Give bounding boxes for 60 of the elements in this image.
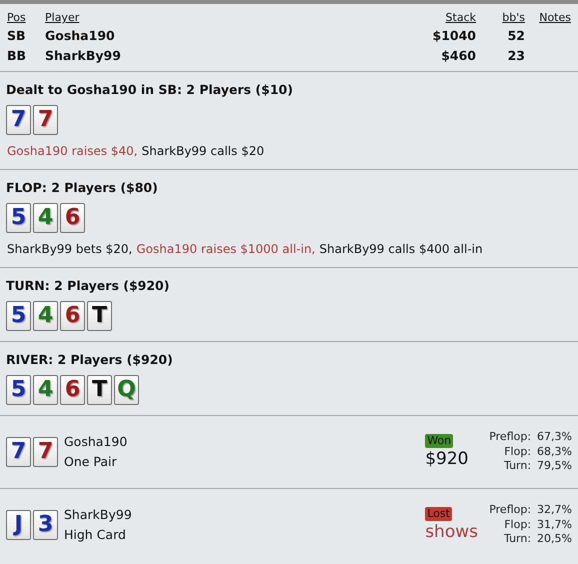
equity-value: 68,3% [537,444,572,460]
playing-card: 5 [6,301,31,331]
equity-label: Turn: [503,459,532,474]
result-amount: shows [425,521,478,543]
playing-card: 5 [6,203,31,233]
equity-value: 79,5% [537,459,572,474]
playing-card: 7 [6,437,31,467]
action-text: SharkBy99 calls $400 all-in [319,241,483,257]
street-title: TURN: 2 Players ($920) [6,278,170,294]
equity-label: Turn: [503,532,532,547]
playing-card: 4 [33,203,58,233]
equity-value: 20,5% [537,532,572,547]
column-header: Stack [446,11,476,25]
playing-card: 4 [33,301,58,331]
equity-value: 67,3% [537,430,572,445]
playing-card: 4 [33,375,58,405]
stack-cell-text: $460 [441,47,476,65]
equity-label: Preflop: [489,430,532,445]
position-cell-text: BB [7,47,28,65]
playing-card: 5 [6,375,31,405]
playing-card: 7 [6,105,31,135]
bb-cell-text: 23 [508,47,525,65]
result-badge: Won [425,434,454,448]
playing-card: J [6,510,31,540]
action-text: SharkBy99 calls $20 [142,143,264,159]
stack-cell-text: $1040 [432,27,476,45]
action-text: Gosha190 raises $40, [7,143,138,159]
street-title: Dealt to Gosha190 in SB: 2 Players ($10) [6,82,294,98]
column-header: Player [45,11,80,25]
street-title: RIVER: 2 Players ($920) [6,352,174,368]
street-title: FLOP: 2 Players ($80) [6,180,159,196]
column-header: Notes [539,11,571,25]
playing-card: T [87,375,112,405]
equity-value: 32,7% [537,503,572,518]
result-amount: $920 [425,448,468,470]
equity-label: Preflop: [489,503,532,518]
equity-value: 31,7% [537,518,572,532]
equity-label: Flop: [503,518,532,532]
column-header: Pos [7,11,27,25]
playing-card: 6 [60,301,85,331]
column-header: bb's [502,11,525,25]
action-text: Gosha190 raises $1000 all-in, [136,241,316,257]
player-cell-text: Gosha190 [45,27,116,45]
hand-rank: One Pair [64,453,118,471]
player-name: SharkBy99 [64,506,133,524]
playing-card: T [87,301,112,331]
playing-card: 6 [60,203,85,233]
action-text: SharkBy99 bets $20, [7,241,132,257]
playing-card: 3 [33,510,58,540]
position-cell-text: SB [7,27,27,45]
result-badge: Lost [425,507,452,521]
hand-rank: High Card [64,526,127,544]
player-cell-text: SharkBy99 [45,47,122,65]
bb-cell-text: 52 [508,27,525,45]
playing-card: 6 [60,375,85,405]
equity-label: Flop: [503,444,532,460]
playing-card: Q [114,375,139,405]
player-name: Gosha190 [64,433,128,451]
playing-card: 7 [33,437,58,467]
playing-card: 7 [33,105,58,135]
